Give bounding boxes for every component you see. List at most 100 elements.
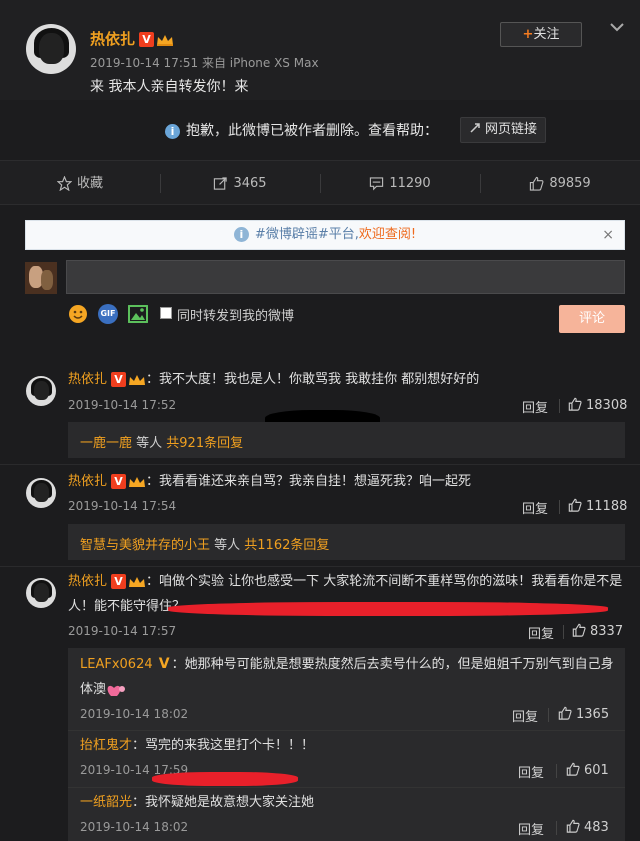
comment-avatar[interactable]	[26, 376, 56, 406]
comment-button[interactable]: 11290	[320, 161, 480, 206]
comment-like-button[interactable]: 11188	[568, 498, 627, 514]
reply-like-button[interactable]: 601	[566, 762, 609, 778]
comment-like-count: 8337	[590, 624, 624, 639]
comment-like-button[interactable]: 8337	[572, 623, 623, 639]
comment-avatar[interactable]	[26, 478, 56, 508]
crown-icon	[129, 374, 146, 385]
reply-button[interactable]: 回复	[518, 819, 544, 838]
like-count: 89859	[549, 176, 591, 191]
repost-checkbox-label: 同时转发到我的微博	[177, 309, 295, 324]
gif-icon[interactable]: GIF	[98, 304, 118, 324]
comment-text: 热依扎 V ：我看看谁还来亲自骂？我亲自挂！想逼死我？咱一起死	[68, 470, 471, 494]
web-link-label: 网页链接	[484, 122, 537, 137]
sub-reply-user[interactable]: 一鹿一鹿	[80, 436, 132, 451]
image-icon[interactable]	[128, 304, 148, 324]
thumbs-up-icon	[568, 498, 582, 512]
thumbs-up-icon	[558, 706, 572, 720]
web-link-button[interactable]: 网页链接	[460, 117, 546, 143]
post-author-label: 热依扎	[90, 30, 136, 48]
sub-reply-count[interactable]: 共921条回复	[166, 436, 243, 451]
my-avatar	[25, 262, 57, 294]
comment-icon	[370, 177, 384, 191]
reply-body: ：骂完的来我这里打个卡！！！	[132, 738, 315, 753]
comment-author[interactable]: 热依扎	[68, 372, 107, 387]
reply-body: ：我怀疑她是故意想大家关注她	[132, 795, 315, 810]
verified-badge-icon: V	[111, 474, 127, 489]
sub-reply-mid: 等人	[210, 538, 245, 553]
comment-time: 2019-10-14 17:52	[68, 398, 177, 412]
reply-like-count: 601	[584, 763, 609, 778]
follow-button[interactable]: +关注	[500, 22, 582, 47]
redaction-mark	[168, 602, 608, 616]
heart-emoji-icon	[107, 685, 126, 696]
comment-like-button[interactable]: 18308	[568, 397, 627, 413]
action-bar: 收藏 3465 11290 89859	[0, 160, 640, 205]
reply-like-count: 1365	[576, 707, 610, 722]
reply-author[interactable]: 抬杠鬼才	[80, 738, 132, 753]
reply-like-button[interactable]: 1365	[558, 706, 609, 722]
divider	[556, 764, 557, 778]
comment-time: 2019-10-14 17:57	[68, 624, 177, 638]
thumbs-up-icon	[566, 762, 580, 776]
verified-badge-icon: V	[111, 372, 127, 387]
divider	[563, 625, 564, 639]
reply-text: 一纸韶光：我怀疑她是故意想大家关注她	[80, 791, 314, 815]
reply-button[interactable]: 回复	[518, 762, 544, 781]
repost-icon	[214, 177, 228, 190]
reply-time: 2019-10-14 18:02	[80, 707, 189, 721]
reply-author[interactable]: LEAFx0624	[80, 657, 153, 672]
reply-button[interactable]: 回复	[528, 623, 554, 642]
favorite-button[interactable]: 收藏	[0, 161, 160, 206]
emoji-icon[interactable]	[68, 304, 88, 324]
reply-button[interactable]: 回复	[512, 706, 538, 725]
comment-like-count: 11188	[586, 499, 628, 514]
deleted-message: i 抱歉，此微博已被作者删除。查看帮助：	[165, 120, 438, 140]
verified-badge-icon: V	[111, 574, 127, 589]
crown-icon	[129, 576, 146, 587]
gif-label: GIF	[100, 309, 116, 318]
divider	[548, 708, 549, 722]
reply-body: ：她那种号可能就是想要热度然后去卖号什么的，但是姐姐千万别气到自己身	[171, 657, 614, 672]
post-text: 来 我本人亲自转发你！来	[90, 79, 249, 95]
repost-button[interactable]: 3465	[160, 161, 320, 206]
comment-body: ：我不大度！我也是人！你敢骂我 我敢挂你 都别想好好的	[146, 372, 480, 387]
close-icon[interactable]: ×	[602, 221, 614, 249]
sub-reply-summary: 一鹿一鹿 等人 共921条回复	[80, 432, 243, 451]
reply-button[interactable]: 回复	[522, 498, 548, 517]
sub-reply-mid: 等人	[132, 436, 167, 451]
reply-body-cont: 体澳	[80, 682, 107, 697]
comment-author[interactable]: 热依扎	[68, 474, 107, 489]
reply-button[interactable]: 回复	[522, 397, 548, 416]
star-icon	[56, 175, 73, 192]
comment-body: ：咱做个实验 让你也感受一下 大家轮流不间断不重样骂你的滋味！我看看你是不是	[146, 574, 623, 589]
comment-text: 热依扎 V ：咱做个实验 让你也感受一下 大家轮流不间断不重样骂你的滋味！我看看你是…	[68, 570, 622, 594]
comment-count: 11290	[389, 176, 431, 191]
reply-time: 2019-10-14 18:02	[80, 820, 189, 834]
redaction-mark	[152, 772, 298, 786]
reply-like-button[interactable]: 483	[566, 819, 609, 835]
rumor-notice: i #微博辟谣#平台,欢迎查阅! ×	[25, 220, 625, 250]
repost-checkbox[interactable]	[160, 307, 172, 319]
comment-avatar[interactable]	[26, 578, 56, 608]
like-button[interactable]: 89859	[480, 161, 640, 206]
reply-author[interactable]: 一纸韶光	[80, 795, 132, 810]
sub-reply-count[interactable]: 共1162条回复	[244, 538, 329, 553]
crown-icon	[157, 34, 174, 46]
rumor-tag[interactable]: #微博辟谣#平台,	[255, 227, 359, 242]
comment-body: ：我看看谁还来亲自骂？我亲自挂！想逼死我？咱一起死	[146, 474, 472, 489]
post-author-name[interactable]: 热依扎 V	[90, 28, 174, 49]
divider	[559, 500, 560, 514]
comment-text: 热依扎 V ：我不大度！我也是人！你敢骂我 我敢挂你 都别想好好的	[68, 368, 479, 392]
sub-reply-user[interactable]: 智慧与美貌并存的小王	[80, 538, 210, 553]
row-separator	[0, 566, 640, 567]
rumor-welcome[interactable]: 欢迎查阅!	[359, 227, 416, 242]
link-icon	[470, 123, 480, 133]
author-avatar[interactable]	[26, 24, 76, 74]
comment-input[interactable]	[66, 260, 625, 294]
info-icon: i	[233, 227, 249, 242]
submit-comment-button[interactable]: 评论	[559, 305, 625, 333]
chevron-down-icon[interactable]	[608, 18, 626, 36]
plus-icon: +	[522, 27, 534, 42]
comment-author[interactable]: 热依扎	[68, 574, 107, 589]
divider	[556, 821, 557, 835]
